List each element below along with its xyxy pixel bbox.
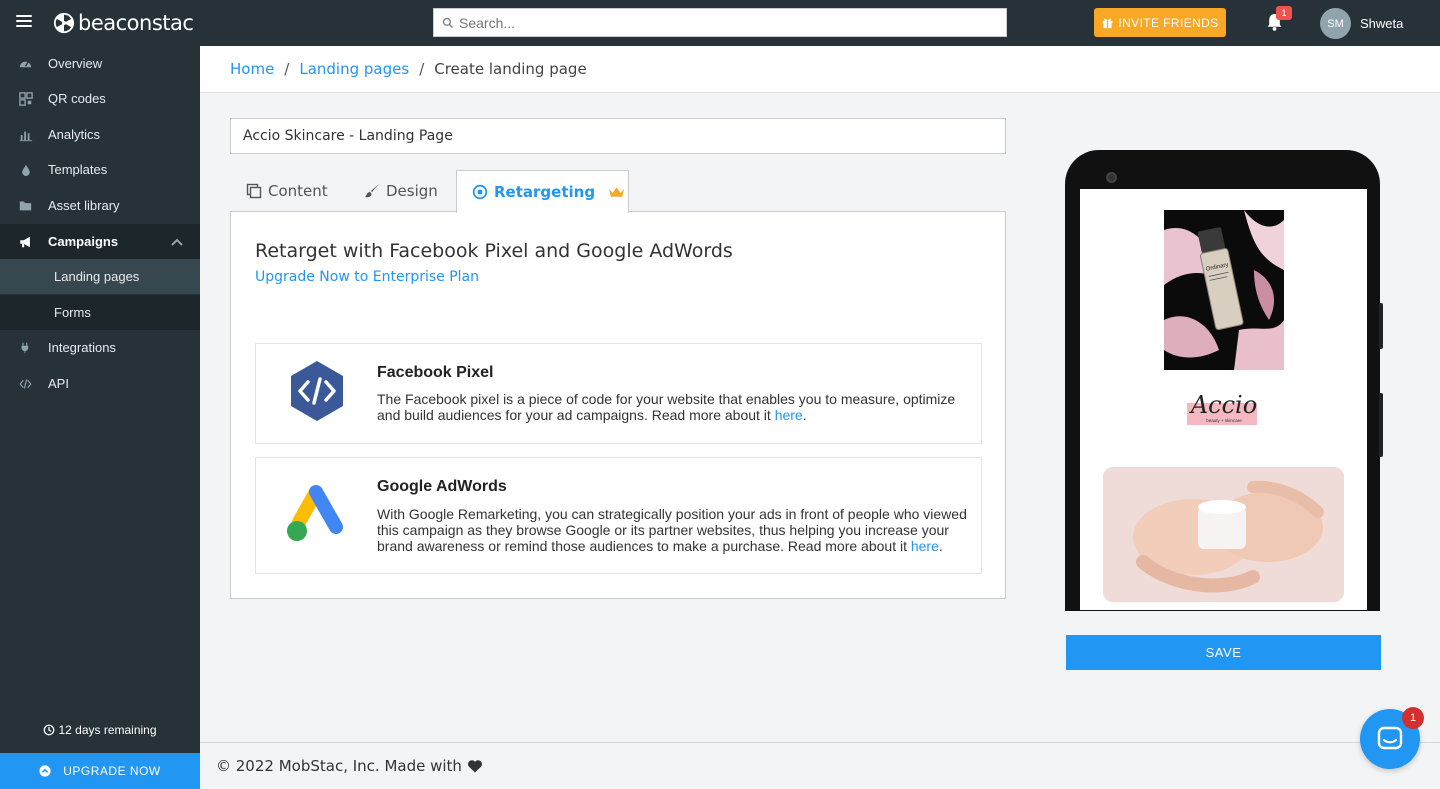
save-button[interactable]: SAVE bbox=[1066, 635, 1381, 670]
sidebar-subitem-landing-pages[interactable]: Landing pages bbox=[0, 259, 200, 294]
megaphone-icon bbox=[20, 236, 30, 247]
trial-remaining: 12 days remaining bbox=[0, 723, 200, 737]
drop-icon bbox=[21, 164, 30, 176]
sidebar-item-label: Integrations bbox=[48, 340, 116, 355]
folder-icon bbox=[19, 201, 32, 211]
dashboard-icon bbox=[19, 61, 32, 68]
upgrade-now-button[interactable]: UPGRADE NOW bbox=[0, 753, 200, 789]
google-ads-logo-icon bbox=[287, 485, 343, 541]
sidebar-item-label: API bbox=[48, 376, 69, 391]
tab-label: Design bbox=[386, 182, 438, 200]
brand-tagline: beauty + skincare bbox=[1206, 418, 1242, 423]
brand-logo-text: Accio bbox=[1189, 391, 1257, 419]
retargeting-panel: Retarget with Facebook Pixel and Google … bbox=[230, 211, 1006, 599]
breadcrumb-separator: / bbox=[419, 60, 425, 78]
search-icon bbox=[442, 17, 454, 28]
invite-friends-button[interactable]: INVITE FRIENDS bbox=[1094, 8, 1226, 37]
retargeting-heading: Retarget with Facebook Pixel and Google … bbox=[255, 240, 733, 262]
breadcrumb-current: Create landing page bbox=[434, 60, 587, 78]
invite-friends-label: INVITE FRIENDS bbox=[1118, 15, 1219, 30]
avatar[interactable]: SM bbox=[1320, 8, 1351, 39]
sidebar-item-label: QR codes bbox=[48, 91, 106, 106]
cream-jar-image bbox=[1103, 467, 1344, 602]
upgrade-enterprise-link[interactable]: Upgrade Now to Enterprise Plan bbox=[255, 269, 479, 285]
sidebar-item-api[interactable]: API bbox=[0, 366, 200, 401]
sidebar-subitem-forms[interactable]: Forms bbox=[0, 295, 200, 330]
brand-logo[interactable]: beaconstac bbox=[53, 11, 194, 35]
landing-page-name-input[interactable] bbox=[230, 118, 1006, 154]
phone-side-button bbox=[1379, 303, 1383, 349]
paint-brush-icon bbox=[365, 184, 379, 198]
facebook-here-link[interactable]: here bbox=[775, 407, 803, 423]
sidebar-item-label: Overview bbox=[48, 56, 103, 71]
crown-icon bbox=[609, 187, 625, 197]
trial-text: 12 days remaining bbox=[58, 723, 157, 737]
tab-content[interactable]: Content bbox=[246, 170, 328, 212]
breadcrumb-home[interactable]: Home bbox=[230, 60, 274, 78]
upgrade-now-label: UPGRADE NOW bbox=[63, 764, 161, 778]
notification-badge: 1 bbox=[1276, 6, 1292, 20]
sidebar-item-label: Analytics bbox=[48, 127, 101, 142]
product-image: Ordinary bbox=[1164, 210, 1284, 370]
sidebar-item-label: Campaigns bbox=[48, 234, 119, 249]
sidebar-item-analytics[interactable]: Analytics bbox=[0, 117, 200, 152]
card-title: Google AdWords bbox=[377, 478, 507, 495]
copy-icon bbox=[246, 183, 262, 199]
menu-icon[interactable] bbox=[16, 15, 32, 29]
target-icon bbox=[472, 184, 488, 200]
google-here-link[interactable]: here bbox=[911, 538, 939, 554]
card-description-end: . bbox=[802, 407, 807, 423]
card-description: The Facebook pixel is a piece of code fo… bbox=[377, 391, 973, 423]
top-bar: beaconstac INVITE FRIENDS 1 SM Shweta bbox=[0, 0, 1440, 46]
landing-page-preview[interactable]: Ordinary Accio beauty + skincare bbox=[1080, 189, 1367, 610]
sidebar-item-label: Templates bbox=[48, 162, 108, 177]
sidebar-item-label: Asset library bbox=[48, 198, 120, 213]
sidebar-item-overview[interactable]: Overview bbox=[0, 46, 200, 81]
footer: © 2022 MobStac, Inc. Made with bbox=[200, 742, 1440, 789]
breadcrumb-separator: / bbox=[284, 60, 290, 78]
tab-label: Retargeting bbox=[494, 183, 596, 201]
sidebar: Overview QR codes Analytics Templates As… bbox=[0, 46, 200, 789]
sidebar-item-templates[interactable]: Templates bbox=[0, 152, 200, 187]
accio-brand-logo: Accio beauty + skincare bbox=[1187, 391, 1257, 425]
tab-design[interactable]: Design bbox=[364, 170, 438, 212]
breadcrumb: Home / Landing pages / Create landing pa… bbox=[200, 46, 1440, 93]
tab-label: Content bbox=[268, 182, 328, 200]
serum-bottle-image: Ordinary bbox=[1164, 210, 1284, 370]
card-description-text: The Facebook pixel is a piece of code fo… bbox=[377, 391, 956, 423]
card-description: With Google Remarketing, you can strateg… bbox=[377, 506, 973, 554]
brand-name: beaconstac bbox=[78, 11, 194, 35]
username[interactable]: Shweta bbox=[1360, 16, 1403, 31]
hands-image bbox=[1103, 467, 1344, 602]
qr-code-icon bbox=[18, 91, 33, 106]
search-input[interactable] bbox=[459, 14, 979, 31]
card-description-text: With Google Remarketing, you can strateg… bbox=[377, 506, 967, 554]
search-bar[interactable] bbox=[433, 8, 1007, 37]
gift-icon bbox=[1102, 18, 1113, 29]
code-hexagon-icon bbox=[291, 361, 343, 421]
chat-icon bbox=[1377, 726, 1403, 750]
footer-text: © 2022 MobStac, Inc. Made with bbox=[216, 757, 462, 775]
plug-icon bbox=[21, 342, 28, 353]
chevron-up-icon[interactable] bbox=[170, 235, 184, 249]
breadcrumb-landing-pages[interactable]: Landing pages bbox=[299, 60, 409, 78]
tab-retargeting[interactable]: Retargeting bbox=[456, 170, 629, 213]
facebook-pixel-card: Facebook Pixel The Facebook pixel is a p… bbox=[255, 343, 982, 444]
card-description-end: . bbox=[938, 538, 943, 554]
clock-icon bbox=[44, 724, 55, 736]
chat-badge: 1 bbox=[1402, 707, 1424, 729]
sidebar-item-qr-codes[interactable]: QR codes bbox=[0, 81, 200, 116]
google-adwords-card: Google AdWords With Google Remarketing, … bbox=[255, 457, 982, 574]
sidebar-item-campaigns[interactable]: Campaigns bbox=[0, 224, 200, 259]
beaconstac-logo-icon bbox=[53, 12, 75, 34]
phone-camera bbox=[1106, 172, 1117, 183]
phone-side-button bbox=[1379, 393, 1383, 457]
card-title: Facebook Pixel bbox=[377, 364, 494, 381]
sidebar-item-asset-library[interactable]: Asset library bbox=[0, 188, 200, 223]
upgrade-arrow-icon bbox=[39, 765, 51, 777]
sidebar-item-integrations[interactable]: Integrations bbox=[0, 330, 200, 365]
code-icon bbox=[19, 378, 32, 389]
heart-icon bbox=[467, 760, 482, 773]
bar-chart-icon bbox=[19, 131, 32, 141]
